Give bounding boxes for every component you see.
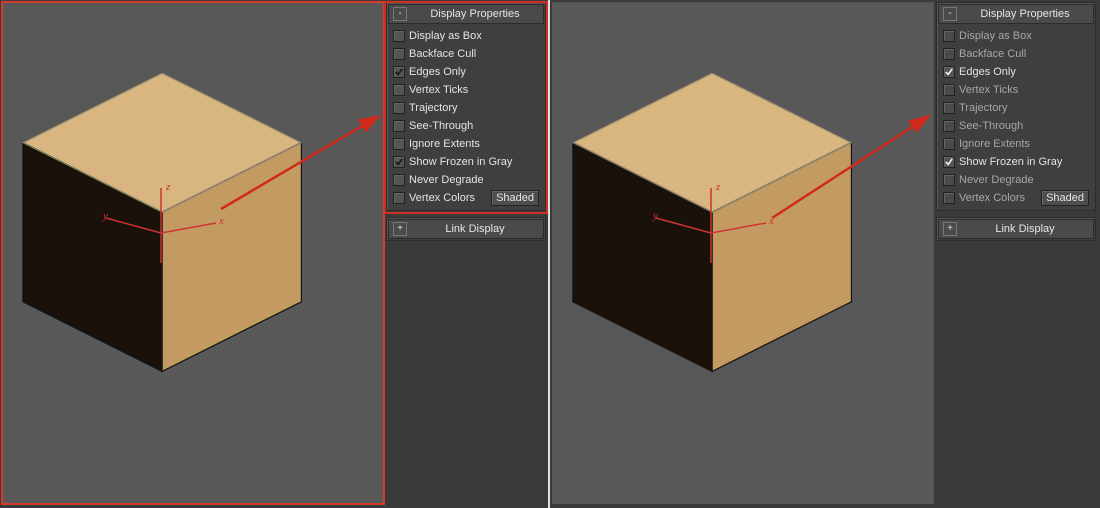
checkbox xyxy=(943,138,955,150)
rollout: - Display Properties Display as Box Back… xyxy=(936,2,1096,211)
option-row: Display as Box xyxy=(943,27,1089,44)
axis-gizmo xyxy=(651,183,771,283)
checkbox xyxy=(943,48,955,60)
checkbox xyxy=(943,174,955,186)
rollout: + Link Display xyxy=(386,217,546,241)
checkbox-label: Edges Only xyxy=(959,66,1016,78)
checkbox[interactable] xyxy=(393,192,405,204)
checkbox xyxy=(943,120,955,132)
checkbox-label: See-Through xyxy=(959,120,1023,132)
checkbox xyxy=(943,102,955,114)
checkbox-label: Ignore Extents xyxy=(409,138,480,150)
axis-gizmo xyxy=(101,183,221,283)
rollout-toggle-icon[interactable]: - xyxy=(943,7,957,21)
checkbox-label: See-Through xyxy=(409,120,473,132)
option-row: Edges Only xyxy=(393,63,539,80)
option-row: Never Degrade xyxy=(393,171,539,188)
checkbox-label: Ignore Extents xyxy=(959,138,1030,150)
checkbox-label: Display as Box xyxy=(409,30,482,42)
checkbox-label: Vertex Ticks xyxy=(959,84,1018,96)
checkbox-label: Edges Only xyxy=(409,66,466,78)
option-row: Display as Box xyxy=(393,27,539,44)
rollout-toggle-icon[interactable]: + xyxy=(943,222,957,236)
option-row: Vertex Ticks xyxy=(943,81,1089,98)
option-row: Trajectory xyxy=(393,99,539,116)
checkbox[interactable] xyxy=(393,30,405,42)
checkbox[interactable] xyxy=(943,156,955,168)
checkbox[interactable] xyxy=(393,48,405,60)
checkbox-label: Trajectory xyxy=(409,102,458,114)
option-row: Vertex Colors Shaded xyxy=(943,189,1089,206)
checkbox-label: Display as Box xyxy=(959,30,1032,42)
checkbox-label: Vertex Colors xyxy=(959,192,1025,204)
option-row: Backface Cull xyxy=(393,45,539,62)
checkbox-label: Never Degrade xyxy=(409,174,484,186)
rollout: - Display Properties Display as Box Back… xyxy=(386,2,546,211)
checkbox[interactable] xyxy=(943,66,955,78)
option-row: Show Frozen in Gray xyxy=(393,153,539,170)
checkbox[interactable] xyxy=(393,120,405,132)
option-row: See-Through xyxy=(393,117,539,134)
option-row: Vertex Colors Shaded xyxy=(393,189,539,206)
checkbox xyxy=(943,192,955,204)
checkbox-label: Trajectory xyxy=(959,102,1008,114)
checkbox[interactable] xyxy=(393,84,405,96)
option-row: Show Frozen in Gray xyxy=(943,153,1089,170)
checkbox xyxy=(943,84,955,96)
display-panel: - Display Properties Display as Box Back… xyxy=(386,2,546,241)
checkbox-label: Vertex Colors xyxy=(409,192,475,204)
checkbox-label: Show Frozen in Gray xyxy=(409,156,512,168)
checkbox-label: Never Degrade xyxy=(959,174,1034,186)
rollout-toggle-icon[interactable]: - xyxy=(393,7,407,21)
option-row: Never Degrade xyxy=(943,171,1089,188)
rollout-title: Link Display xyxy=(411,223,539,235)
checkbox[interactable] xyxy=(393,156,405,168)
shaded-button[interactable]: Shaded xyxy=(491,190,539,206)
checkbox-label: Vertex Ticks xyxy=(409,84,468,96)
rollout-header[interactable]: - Display Properties xyxy=(938,4,1094,24)
option-row: Ignore Extents xyxy=(943,135,1089,152)
shaded-button[interactable]: Shaded xyxy=(1041,190,1089,206)
checkbox[interactable] xyxy=(393,174,405,186)
viewport[interactable]: x y z xyxy=(2,2,384,504)
rollout-title: Display Properties xyxy=(961,8,1089,20)
rollout-header[interactable]: + Link Display xyxy=(388,219,544,239)
checkbox[interactable] xyxy=(393,138,405,150)
option-row: Trajectory xyxy=(943,99,1089,116)
checkbox[interactable] xyxy=(393,66,405,78)
checkbox-label: Show Frozen in Gray xyxy=(959,156,1062,168)
checkbox-label: Backface Cull xyxy=(959,48,1026,60)
display-panel: - Display Properties Display as Box Back… xyxy=(936,2,1096,241)
checkbox xyxy=(943,30,955,42)
option-row: See-Through xyxy=(943,117,1089,134)
checkbox[interactable] xyxy=(393,102,405,114)
option-row: Vertex Ticks xyxy=(393,81,539,98)
rollout-header[interactable]: - Display Properties xyxy=(388,4,544,24)
option-row: Ignore Extents xyxy=(393,135,539,152)
option-row: Edges Only xyxy=(943,63,1089,80)
rollout-title: Link Display xyxy=(961,223,1089,235)
checkbox-label: Backface Cull xyxy=(409,48,476,60)
rollout: + Link Display xyxy=(936,217,1096,241)
viewport[interactable]: x y z xyxy=(552,2,934,504)
rollout-header[interactable]: + Link Display xyxy=(938,219,1094,239)
rollout-title: Display Properties xyxy=(411,8,539,20)
option-row: Backface Cull xyxy=(943,45,1089,62)
rollout-toggle-icon[interactable]: + xyxy=(393,222,407,236)
